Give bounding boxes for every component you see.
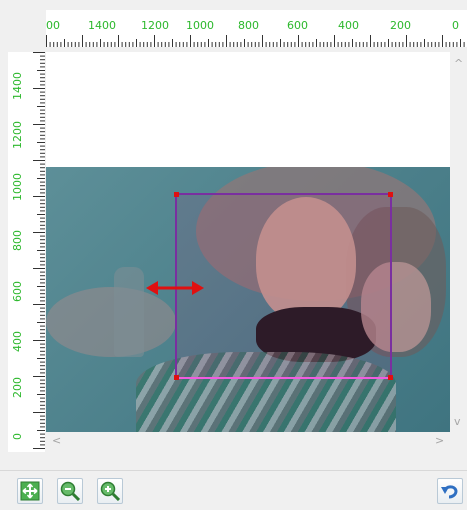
ruler-label: 1200	[141, 19, 169, 32]
vertical-scrollbar[interactable]: ^ v	[450, 52, 467, 432]
fit-to-window-icon	[20, 481, 40, 501]
resize-horizontal-arrow-icon	[146, 281, 204, 295]
ruler-label: 1000	[186, 19, 214, 32]
ruler-label: 1200	[11, 121, 24, 149]
ruler-label: 00	[46, 19, 60, 32]
crop-frame[interactable]	[174, 192, 393, 380]
scroll-left-icon[interactable]: <	[52, 435, 61, 446]
ruler-label: 800	[238, 19, 259, 32]
zoom-in-button[interactable]	[97, 478, 123, 504]
ruler-label: 1400	[88, 19, 116, 32]
ruler-label: 400	[11, 331, 24, 352]
horizontal-scrollbar[interactable]: < >	[46, 432, 450, 449]
horizontal-ruler: 00 1400 1200 1000 800 600 400 200 0	[46, 10, 467, 47]
ruler-label: 800	[11, 230, 24, 251]
crop-handle-top-right[interactable]	[388, 192, 393, 197]
ruler-label: 1400	[11, 72, 24, 100]
crop-handle-bottom-left[interactable]	[174, 375, 179, 380]
zoom-out-button[interactable]	[57, 478, 83, 504]
ruler-label: 0	[11, 433, 24, 440]
ruler-label: 600	[11, 281, 24, 302]
undo-icon	[441, 485, 458, 499]
ruler-label: 200	[390, 19, 411, 32]
zoom-toolbar	[0, 470, 467, 510]
scroll-right-icon[interactable]: >	[435, 435, 444, 446]
fit-to-window-button[interactable]	[17, 478, 43, 504]
ruler-label: 600	[287, 19, 308, 32]
crop-handle-bottom-right[interactable]	[388, 375, 393, 380]
scroll-up-icon[interactable]: ^	[454, 58, 463, 69]
zoom-out-icon	[60, 481, 80, 501]
image-canvas[interactable]	[46, 52, 450, 432]
ruler-label: 1000	[11, 173, 24, 201]
ruler-label: 400	[338, 19, 359, 32]
photo-glass	[114, 267, 144, 357]
reset-button[interactable]	[437, 478, 463, 504]
vertical-ruler: 1400 1200 1000 800 600 400 200 0	[8, 52, 45, 452]
ruler-label: 0	[452, 19, 459, 32]
crop-handle-top-left[interactable]	[174, 192, 179, 197]
zoom-in-icon	[100, 481, 120, 501]
scroll-down-icon[interactable]: v	[454, 416, 461, 427]
ruler-label: 200	[11, 377, 24, 398]
